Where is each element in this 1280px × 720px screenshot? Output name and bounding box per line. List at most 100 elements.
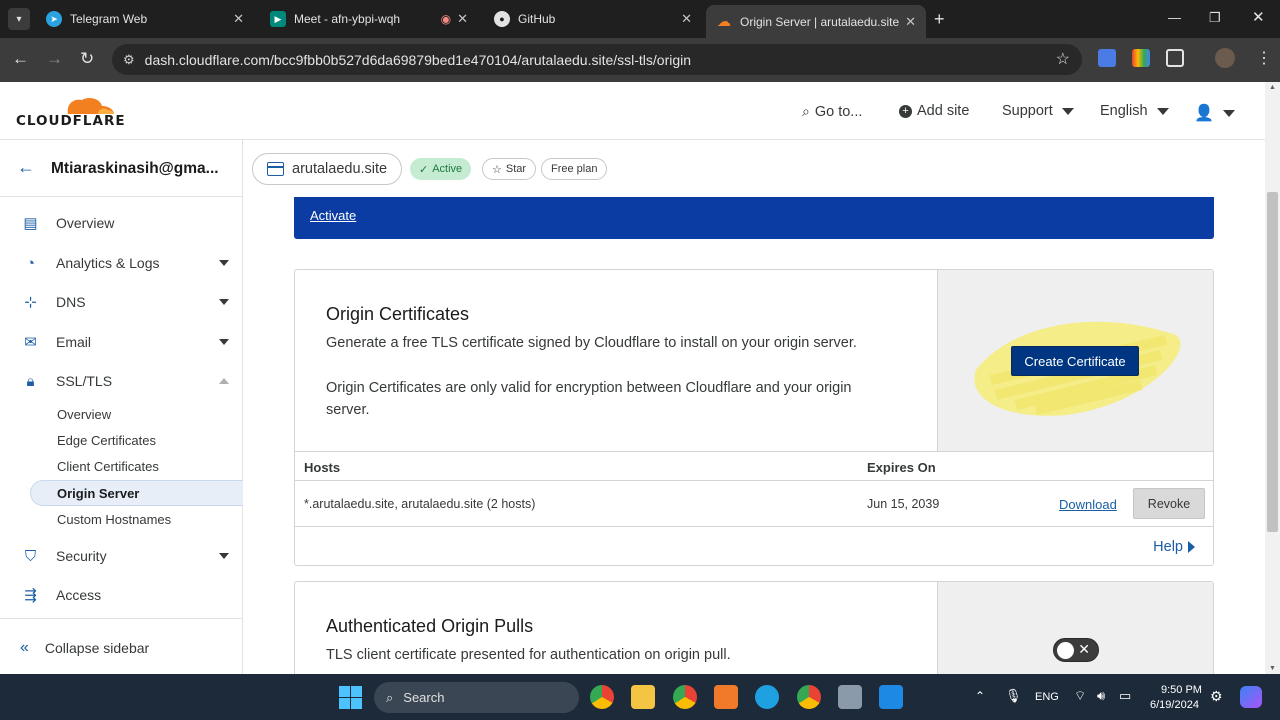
activate-link[interactable]: Activate [310,208,356,223]
chrome-icon[interactable] [590,685,614,709]
cloudflare-icon: ☁ [717,13,731,29]
minimize-button[interactable]: — [1168,10,1181,25]
card-title: Authenticated Origin Pulls [326,616,534,636]
scroll-up-icon[interactable]: ▲ [1269,84,1276,91]
sidebar-item-label: DNS [56,294,86,310]
vscode-icon[interactable] [879,685,903,709]
windows-start-icon[interactable] [339,686,362,709]
scrollbar-thumb[interactable] [1267,192,1278,532]
extensions-puzzle-icon[interactable] [1166,49,1184,67]
chevron-down-icon [219,339,229,345]
create-certificate-button[interactable]: Create Certificate [1011,346,1139,376]
colorful-extension-icon[interactable] [1132,49,1150,67]
subnav-overview[interactable]: Overview [57,407,111,422]
subnav-client-certificates[interactable]: Client Certificates [57,459,159,474]
tab-telegram[interactable]: ➤ Telegram Web ✕ [36,5,254,33]
sidebar-item-access[interactable]: ⇶ Access [0,577,243,613]
sidebar-item-overview[interactable]: ▤ Overview [0,205,243,241]
subnav-edge-certificates[interactable]: Edge Certificates [57,433,156,448]
toggle-knob [1057,642,1074,659]
bookmark-star-icon[interactable]: ☆ [1056,49,1070,69]
battery-icon[interactable]: ▭ [1119,688,1131,704]
tab-github[interactable]: ● GitHub ✕ [484,5,702,33]
clock-time[interactable]: 9:50 PM [1161,684,1202,696]
chrome-icon[interactable] [673,685,697,709]
site-info-icon[interactable]: ⚙ [123,52,135,68]
close-icon[interactable]: ✕ [233,11,244,27]
sidebar-item-email[interactable]: ✉ Email [0,324,243,360]
close-icon[interactable]: ✕ [681,11,692,27]
goto-button[interactable]: ⌕ Go to... [802,103,862,120]
forward-button[interactable]: → [46,49,63,69]
volume-icon[interactable]: 🔊︎ [1097,688,1105,704]
star-button[interactable]: ☆ Star [482,158,537,180]
account-name[interactable]: Mtiaraskinasih@gma... [51,160,219,178]
language-label: English [1100,103,1148,119]
browser-menu-icon[interactable]: ⋮ [1256,48,1272,68]
reload-button[interactable]: ↻ [80,49,94,69]
language-dropdown[interactable]: English [1100,103,1169,119]
page-scrollbar[interactable]: ▲ ▼ [1265,82,1280,674]
subnav-custom-hostnames[interactable]: Custom Hostnames [57,512,171,527]
revoke-button[interactable]: Revoke [1133,488,1205,519]
sidebar-item-analytics[interactable]: ◔ Analytics & Logs [0,245,243,281]
status-badge: ✓ Active [410,158,472,180]
back-arrow-icon[interactable]: ← [17,157,35,178]
plan-label: Free plan [551,163,598,175]
chrome-icon[interactable] [797,685,821,709]
file-explorer-icon[interactable] [631,685,655,709]
sidebar: ▤ Overview ◔ Analytics & Logs ⊹ DNS ✉ Em… [0,197,243,674]
edge-icon[interactable] [755,685,779,709]
add-site-button[interactable]: + Add site [899,103,969,119]
close-icon[interactable]: ✕ [905,14,916,30]
sidebar-item-dns[interactable]: ⊹ DNS [0,284,243,320]
xampp-icon[interactable] [714,685,738,709]
close-icon[interactable]: ✕ [457,11,468,27]
user-icon: 👤 [1194,105,1214,122]
taskbar-search[interactable]: ⌕ Search [374,682,579,713]
tab-meet[interactable]: ▶ Meet - afn-ybpi-wqh ◉ ✕ [260,5,478,33]
help-link[interactable]: Help [1153,539,1195,555]
profile-avatar[interactable] [1215,48,1235,68]
row-expires-on: Jun 15, 2039 [867,497,940,511]
sidebar-item-ssl-tls[interactable]: 🔒︎ SSL/TLS [0,363,243,399]
clock-date[interactable]: 6/19/2024 [1150,699,1199,711]
help-label: Help [1153,539,1183,555]
access-icon: ⇶ [24,587,37,604]
new-tab-button[interactable]: + [934,9,945,30]
chevron-up-icon[interactable]: ⌃ [975,689,985,703]
support-dropdown[interactable]: Support [1002,103,1074,119]
collapse-sidebar-button[interactable]: « Collapse sidebar [20,639,149,657]
user-menu[interactable]: 👤 [1194,103,1235,123]
wifi-icon[interactable]: ⌔ [1074,688,1086,704]
back-button[interactable]: ← [12,49,29,69]
tab-origin-server[interactable]: ☁ Origin Server | arutalaedu.site | C ✕ [706,5,926,38]
collapse-label: Collapse sidebar [44,640,150,656]
language-indicator[interactable]: ENG [1035,691,1059,703]
subnav-origin-server[interactable]: Origin Server [30,480,243,506]
sidebar-item-label: Security [56,548,107,564]
zone-selector[interactable]: arutalaedu.site [252,153,403,185]
sidebar-item-security[interactable]: ⛉ Security [0,538,243,574]
window-close-button[interactable]: ✕ [1252,8,1265,26]
origin-certificates-card: Origin Certificates Generate a free TLS … [294,269,1214,566]
caret-right-icon [1188,541,1195,553]
translate-extension-icon[interactable] [1098,49,1116,67]
origin-pulls-toggle[interactable]: ✕ [1053,638,1099,662]
app-icon[interactable] [838,685,862,709]
dns-icon: ⊹ [24,294,37,311]
scroll-down-icon[interactable]: ▼ [1269,665,1276,672]
sidebar-divider [0,618,243,619]
copilot-icon[interactable] [1240,686,1262,708]
maximize-button[interactable]: ❐ [1209,10,1221,26]
settings-icon[interactable]: ⚙ [1210,688,1223,705]
star-label: Star [505,163,527,175]
account-row: ← Mtiaraskinasih@gma... [0,140,243,197]
plan-badge[interactable]: Free plan [541,158,608,180]
microphone-icon[interactable]: 🎙︎ [1005,688,1022,704]
tab-search-dropdown[interactable]: ▾ [8,8,30,30]
download-link[interactable]: Download [1059,497,1117,512]
address-bar[interactable]: ⚙ dash.cloudflare.com/bcc9fbb0b527d6da69… [112,44,1082,75]
search-icon: ⌕ [802,103,810,119]
double-chevron-left-icon: « [20,639,29,656]
